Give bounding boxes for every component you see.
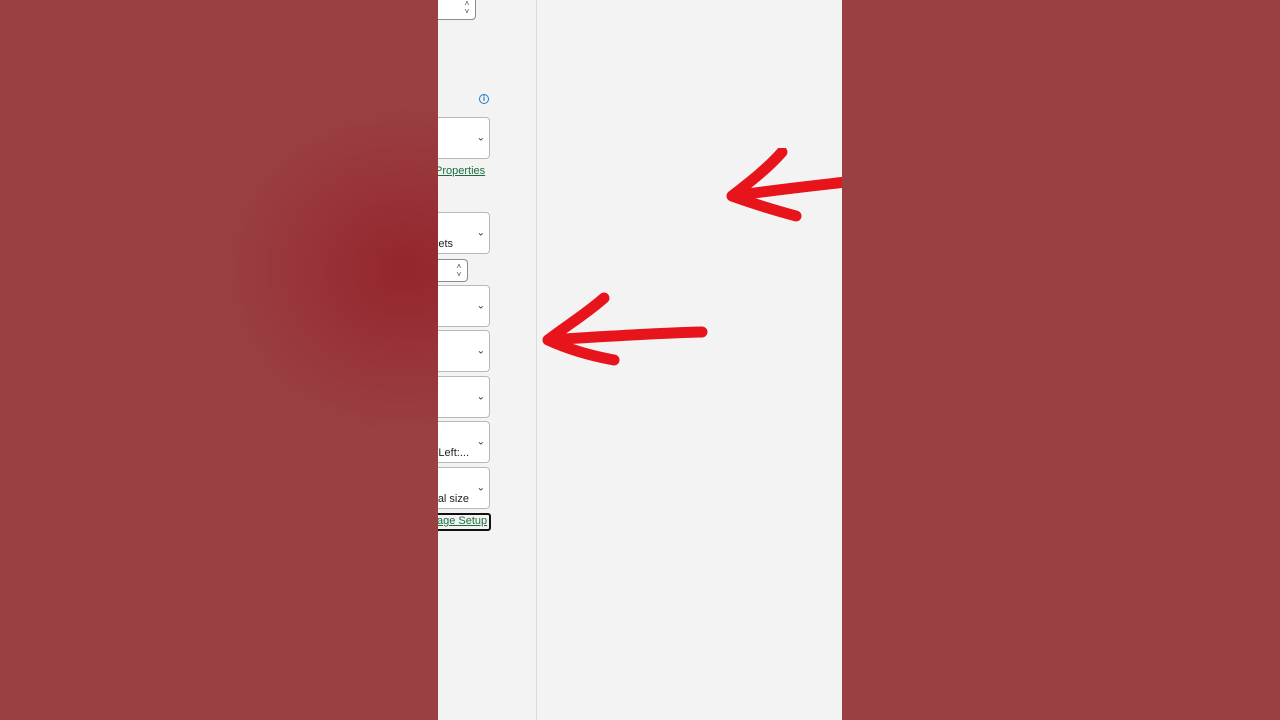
margins-dropdown[interactable]: Left:... ⌄ bbox=[438, 421, 490, 463]
spinner-arrows[interactable]: ˄ ˅ bbox=[454, 260, 464, 281]
scaling-dropdown[interactable]: al size ⌄ bbox=[438, 467, 490, 509]
chevron-down-icon[interactable]: ˅ bbox=[457, 270, 462, 279]
printer-dropdown[interactable]: ⌄ bbox=[438, 117, 490, 159]
chevron-down-icon: ⌄ bbox=[476, 132, 485, 144]
red-arrow-upper bbox=[726, 148, 842, 222]
printer-properties-link[interactable]: Properties bbox=[438, 165, 485, 177]
orientation-dropdown[interactable]: ⌄ bbox=[438, 330, 490, 372]
pages-spinner[interactable]: ˄ ˅ bbox=[438, 259, 468, 282]
chevron-down-icon[interactable]: ˅ bbox=[465, 8, 470, 16]
print-settings-pane: ˄ ˅ i ⌄ Properties eets ⌄ ˄ ˅ ⌄ ⌄ bbox=[438, 0, 537, 720]
print-scope-label: eets bbox=[438, 238, 453, 250]
chevron-down-icon: ⌄ bbox=[476, 391, 485, 403]
page-setup-link[interactable]: age Setup bbox=[438, 515, 487, 527]
chevron-down-icon: ⌄ bbox=[476, 345, 485, 357]
red-arrow-lower bbox=[542, 292, 708, 366]
paper-size-dropdown[interactable]: ⌄ bbox=[438, 376, 490, 418]
margins-label: Left:... bbox=[438, 447, 469, 459]
print-scope-dropdown[interactable]: eets ⌄ bbox=[438, 212, 490, 254]
red-arrow-lower-stroke bbox=[542, 292, 708, 366]
excel-print-window: ˄ ˅ i ⌄ Properties eets ⌄ ˄ ˅ ⌄ ⌄ bbox=[438, 0, 842, 720]
copies-spinner[interactable]: ˄ ˅ bbox=[438, 0, 476, 20]
info-icon[interactable]: i bbox=[479, 94, 489, 104]
collation-dropdown[interactable]: ⌄ bbox=[438, 285, 490, 327]
red-arrow-upper-stroke bbox=[726, 148, 842, 222]
chevron-down-icon: ⌄ bbox=[476, 300, 485, 312]
chevron-down-icon: ⌄ bbox=[476, 482, 485, 494]
scaling-label: al size bbox=[438, 493, 469, 505]
chevron-down-icon: ⌄ bbox=[476, 227, 485, 239]
spinner-arrows[interactable]: ˄ ˅ bbox=[462, 0, 472, 19]
chevron-down-icon: ⌄ bbox=[476, 436, 485, 448]
